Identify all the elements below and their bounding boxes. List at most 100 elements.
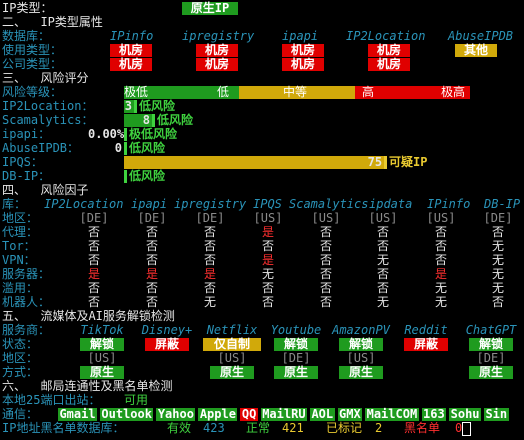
factor-row-label: Tor：: [2, 239, 36, 253]
stream-region: [DE]: [281, 351, 311, 365]
factor-row-label: VPN：: [2, 253, 36, 267]
factor-cell: 否: [203, 253, 216, 267]
factor-lib-ipapi: ipapi: [131, 197, 168, 211]
factor-cell: 是: [203, 267, 216, 281]
mail-service-gmail: Gmail: [58, 407, 97, 421]
risk-score-marker: [134, 100, 137, 113]
factor-lib-db-ip: DB-IP: [484, 197, 521, 211]
mail-service-aol: AOL: [310, 407, 335, 421]
factor-cell: 是: [434, 267, 447, 281]
risk-level-label: 风险等级：: [2, 85, 63, 99]
factor-cell: 否: [87, 225, 100, 239]
factor-row-label: 滥用：: [2, 281, 39, 295]
mail-service-mailru: MailRU: [260, 407, 307, 421]
db-ipregistry: ipregistry: [182, 29, 255, 43]
stream-service-netflix: Netflix: [206, 323, 258, 337]
factor-cell: 否: [87, 239, 100, 253]
factor-cell: 无: [491, 253, 504, 267]
stream-service-amazonpv: AmazonPV: [332, 323, 390, 337]
risk-score-value: 0: [114, 141, 123, 155]
factor-row-label: 代理：: [2, 225, 39, 239]
factor-cell: 是: [87, 267, 100, 281]
risk-score-text: 低风险: [139, 99, 176, 113]
risk-score-text: 可疑IP: [389, 155, 428, 169]
use-type-label: 使用类型：: [2, 43, 63, 57]
factor-cell: 无: [376, 253, 389, 267]
stream-method-badge: 原生: [339, 366, 383, 379]
risk-score-value: 8: [142, 113, 151, 127]
factor-cell: 否: [145, 225, 158, 239]
factor-cell: 否: [203, 225, 216, 239]
factor-cell: 否: [376, 239, 389, 253]
factor-cell: [DE]: [79, 211, 109, 225]
risk-score-marker: [384, 156, 387, 169]
db-row-label: 数据库：: [2, 29, 51, 43]
company-ipinfo: 机房: [110, 58, 152, 71]
factor-cell: 无: [491, 239, 504, 253]
terminal-cursor[interactable]: [462, 422, 471, 436]
stream-status-badge: 解锁: [80, 338, 124, 351]
risk-source-name: IPQS：: [2, 155, 43, 169]
stream-status-badge: 屏蔽: [404, 338, 448, 351]
factor-cell: 否: [319, 281, 332, 295]
factor-cell: 无: [491, 267, 504, 281]
factor-cell: [DE]: [483, 211, 513, 225]
risk-score-fill: [124, 156, 384, 169]
factor-cell: 否: [87, 253, 100, 267]
stream-service-youtube: Youtube: [270, 323, 322, 337]
factor-cell: 否: [203, 239, 216, 253]
factor-cell: 否: [434, 239, 447, 253]
mail-comm-label: 通信：: [2, 407, 39, 421]
stream-service-tiktok: TikTok: [80, 323, 124, 337]
stream-service-reddit: Reddit: [404, 323, 448, 337]
mail-service-qq: QQ: [240, 407, 258, 421]
blacklist-valid-label: 有效: [167, 421, 192, 435]
mail-service-163: 163: [421, 407, 447, 421]
factor-lib-ipinfo: IPinfo: [427, 197, 471, 211]
factor-cell: 否: [87, 281, 100, 295]
factor-cell: 否: [319, 267, 332, 281]
factor-cell: [DE]: [137, 211, 167, 225]
factor-cell: 否: [491, 225, 504, 239]
risk-source-name: IP2Location：: [2, 99, 94, 113]
factor-lib-ipdata: ipdata: [369, 197, 413, 211]
factor-row-label: 机器人：: [2, 295, 51, 309]
factor-cell: [US]: [253, 211, 283, 225]
stream-method-badge: 原生: [274, 366, 318, 379]
company-ipregistry: 机房: [196, 58, 238, 71]
factor-row-label: 地区：: [2, 211, 39, 225]
use-ipinfo: 机房: [110, 44, 152, 57]
factor-cell: 无: [434, 295, 447, 309]
factor-cell: 无: [434, 281, 447, 295]
port25-label: 本地25端口出站：: [2, 393, 101, 407]
stream-region: [US]: [346, 351, 376, 365]
factor-cell: 否: [434, 253, 447, 267]
factor-cell: 无: [203, 295, 216, 309]
factor-lib-label: 库：: [2, 197, 27, 211]
factor-cell: [DE]: [195, 211, 225, 225]
db-ip2location: IP2Location: [346, 29, 426, 43]
risk-scale-very-low: 极低: [124, 85, 149, 99]
risk-score-value: 3: [124, 99, 133, 113]
factor-cell: 无: [261, 267, 274, 281]
blacklist-normal-label: 正常: [246, 421, 271, 435]
factor-lib-ip2location: IP2Location: [44, 197, 124, 211]
risk-scale-high: 高: [362, 85, 375, 99]
use-ipregistry: 机房: [196, 44, 238, 57]
blacklist-black-label: 黑名单: [404, 421, 441, 435]
port25-value: 可用: [124, 393, 149, 407]
factor-cell: 否: [319, 253, 332, 267]
section-5-title: 五、 流媒体及AI服务解锁检测: [2, 309, 175, 323]
risk-scale-very-high: 极高: [441, 85, 466, 99]
stream-status-badge: 解锁: [469, 338, 513, 351]
factor-cell: 否: [376, 281, 389, 295]
risk-score-text: 低风险: [157, 113, 194, 127]
factor-cell: [US]: [426, 211, 456, 225]
risk-source-name: Scamalytics：: [2, 113, 94, 127]
factor-cell: 是: [261, 253, 274, 267]
factor-cell: 否: [203, 281, 216, 295]
risk-source-name: AbuseIPDB：: [2, 141, 80, 155]
risk-source-name: ipapi：: [2, 127, 51, 141]
risk-score-marker: [124, 170, 127, 183]
risk-score-marker: [124, 128, 127, 141]
